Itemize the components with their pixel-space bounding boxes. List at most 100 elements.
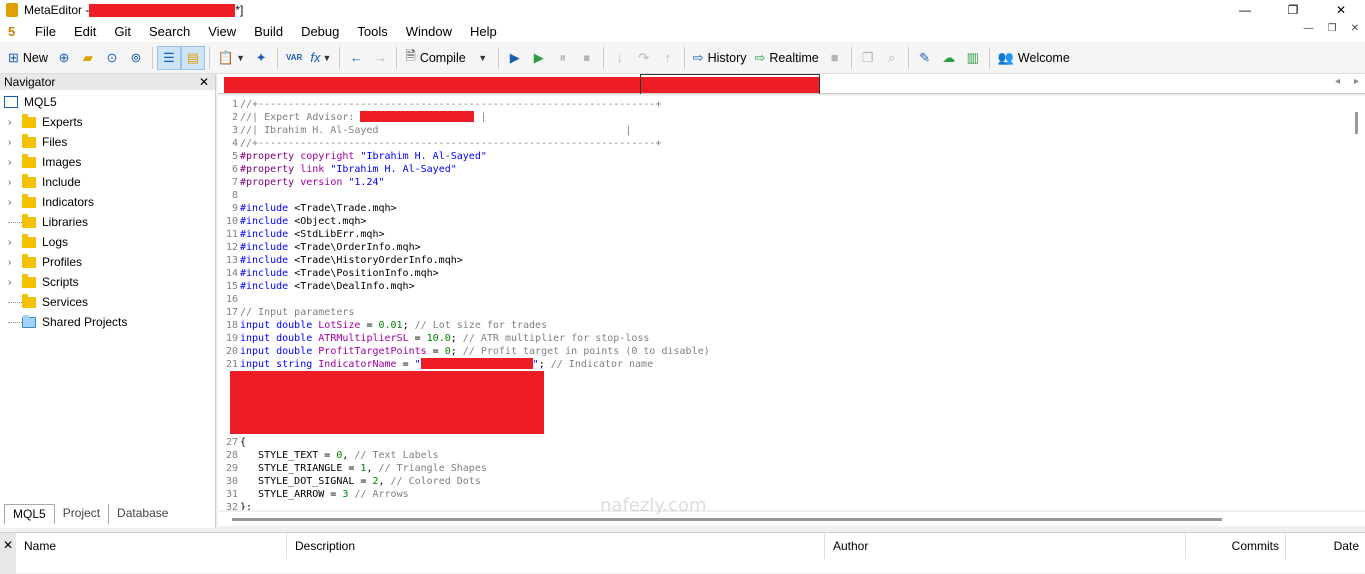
menu-edit[interactable]: Edit xyxy=(65,24,105,39)
copy-button[interactable]: ❐ xyxy=(856,46,880,70)
download-button[interactable]: ⊙ xyxy=(100,46,124,70)
compile-button[interactable]: 🗎 Compile xyxy=(401,46,469,70)
toolbox-toggle-button[interactable]: ▤ xyxy=(180,45,205,70)
navigator-close-icon[interactable]: ✕ xyxy=(199,75,209,89)
doc-restore-button[interactable]: ❐ xyxy=(1328,23,1337,34)
toolbox-close-icon[interactable]: ✕ xyxy=(0,533,16,574)
code-token: "Ibrahim H. Al-Sayed" xyxy=(330,164,457,175)
expand-arrow-icon[interactable]: › xyxy=(8,257,22,268)
column-name[interactable]: Name xyxy=(16,533,287,559)
new-label: New xyxy=(22,50,48,65)
column-author[interactable]: Author xyxy=(825,533,1186,559)
doc-close-button[interactable]: ✕ xyxy=(1351,23,1359,34)
pause-icon: ⏸ xyxy=(559,49,566,65)
active-file-tab[interactable] xyxy=(640,74,820,94)
navigator-item-images[interactable]: › Images xyxy=(0,152,215,172)
navigator-item-services[interactable]: Services xyxy=(0,292,215,312)
cloud-button[interactable]: ☁ xyxy=(937,46,961,70)
vertical-scrollbar[interactable] xyxy=(1349,96,1365,510)
save-button[interactable]: ⊚ xyxy=(124,46,148,70)
expand-arrow-icon[interactable]: › xyxy=(8,157,22,168)
code-line: 19 input double ATRMultiplierSL = 10.0; /… xyxy=(218,332,710,345)
profiler-stop-button[interactable]: ■ xyxy=(823,46,847,70)
new-project-button[interactable]: ⊕ xyxy=(52,46,76,70)
minimize-button[interactable]: — xyxy=(1221,0,1269,20)
navigator-item-logs[interactable]: › Logs xyxy=(0,232,215,252)
code-token: //| Ibrahim H. Al-Sayed | xyxy=(240,125,632,136)
menu-file[interactable]: File xyxy=(26,24,65,39)
code-token: // Text Labels xyxy=(354,450,439,461)
vertical-scroll-thumb[interactable] xyxy=(1355,112,1358,134)
expand-arrow-icon[interactable]: › xyxy=(8,137,22,148)
step-into-button[interactable]: ↓ xyxy=(608,46,632,70)
debug-start-button[interactable]: ▶ xyxy=(503,46,527,70)
menu-search[interactable]: Search xyxy=(140,24,199,39)
column-description[interactable]: Description xyxy=(287,533,825,559)
code-token: LotSize xyxy=(318,320,361,331)
step-over-button[interactable]: ↷ xyxy=(632,46,656,70)
navigator-item-indicators[interactable]: › Indicators xyxy=(0,192,215,212)
insert-function-button[interactable]: fx ▼ xyxy=(306,46,335,70)
navigator-toggle-button[interactable]: ☰ xyxy=(156,45,181,70)
tab-database[interactable]: Database xyxy=(109,504,176,524)
expand-arrow-icon[interactable]: › xyxy=(8,177,22,188)
navigator-item-shared-projects[interactable]: Shared Projects xyxy=(0,312,215,332)
expand-arrow-icon[interactable]: › xyxy=(8,197,22,208)
menu-view[interactable]: View xyxy=(199,24,245,39)
stop-button[interactable]: ⏹ xyxy=(575,46,599,70)
run-button[interactable]: ▶ xyxy=(527,46,551,70)
navigator-item-scripts[interactable]: › Scripts xyxy=(0,272,215,292)
paste-button[interactable]: 📋 ▼ xyxy=(214,46,249,70)
menu-build[interactable]: Build xyxy=(245,24,292,39)
navigator-item-libraries[interactable]: Libraries xyxy=(0,212,215,232)
compile-dropdown[interactable]: ▼ xyxy=(470,46,494,70)
menu-git[interactable]: Git xyxy=(105,24,140,39)
new-button[interactable]: ⊞ New xyxy=(4,46,52,70)
menu-tools[interactable]: Tools xyxy=(348,24,396,39)
navigator-item-include[interactable]: › Include xyxy=(0,172,215,192)
insert-variable-button[interactable]: VAR xyxy=(282,46,306,70)
edit-button[interactable]: ✎ xyxy=(913,46,937,70)
expand-arrow-icon[interactable]: › xyxy=(8,117,22,128)
chevron-down-icon: ▼ xyxy=(236,52,246,63)
code-token: <Trade\OrderInfo.mqh> xyxy=(294,242,421,253)
terminal-button[interactable]: ▥ xyxy=(961,46,985,70)
history-button[interactable]: ⇨ History xyxy=(689,46,751,70)
code-token: = xyxy=(396,359,415,370)
line-number: 12 xyxy=(225,242,238,253)
column-date[interactable]: Date xyxy=(1286,533,1365,559)
navigator-item-profiles[interactable]: › Profiles xyxy=(0,252,215,272)
code-editor[interactable]: 1//+------------------------------------… xyxy=(218,96,1365,510)
welcome-button[interactable]: 👥 Welcome xyxy=(994,46,1074,70)
pause-button[interactable]: ⏸ xyxy=(551,46,575,70)
menu-window[interactable]: Window xyxy=(397,24,461,39)
forward-button[interactable]: → xyxy=(368,46,392,70)
close-button[interactable]: ✕ xyxy=(1317,0,1365,20)
step-out-button[interactable]: ↑ xyxy=(656,46,680,70)
maximize-button[interactable]: ❐ xyxy=(1269,0,1317,20)
horizontal-scrollbar[interactable] xyxy=(218,512,1365,526)
doc-minimize-button[interactable]: — xyxy=(1304,23,1314,34)
expand-arrow-icon[interactable]: › xyxy=(8,277,22,288)
column-commits[interactable]: Commits xyxy=(1186,533,1286,559)
tab-scroll-left-icon[interactable]: ◂ xyxy=(1335,76,1340,87)
navigator-item-files[interactable]: › Files xyxy=(0,132,215,152)
play-green-icon: ▶ xyxy=(533,49,544,65)
find-button[interactable]: ⌕ xyxy=(880,46,904,70)
code-token: //+-------------------------------------… xyxy=(240,99,662,110)
line-number: 28 xyxy=(225,450,238,461)
menu-debug[interactable]: Debug xyxy=(292,24,348,39)
realtime-button[interactable]: ⇨ Realtime xyxy=(751,46,823,70)
open-folder-button[interactable]: ▰ xyxy=(76,46,100,70)
tab-scroll-right-icon[interactable]: ▸ xyxy=(1354,76,1359,87)
tab-project[interactable]: Project xyxy=(55,504,110,524)
back-button[interactable]: ← xyxy=(344,46,368,70)
expand-arrow-icon[interactable]: › xyxy=(8,237,22,248)
menu-help[interactable]: Help xyxy=(461,24,506,39)
horizontal-scroll-thumb[interactable] xyxy=(232,518,1222,521)
navigator-header: Navigator ✕ xyxy=(0,74,215,90)
ai-button[interactable]: ✦ xyxy=(249,46,273,70)
navigator-item-experts[interactable]: › Experts xyxy=(0,112,215,132)
tab-mql5[interactable]: MQL5 xyxy=(4,504,55,524)
navigator-root[interactable]: MQL5 xyxy=(0,92,215,112)
